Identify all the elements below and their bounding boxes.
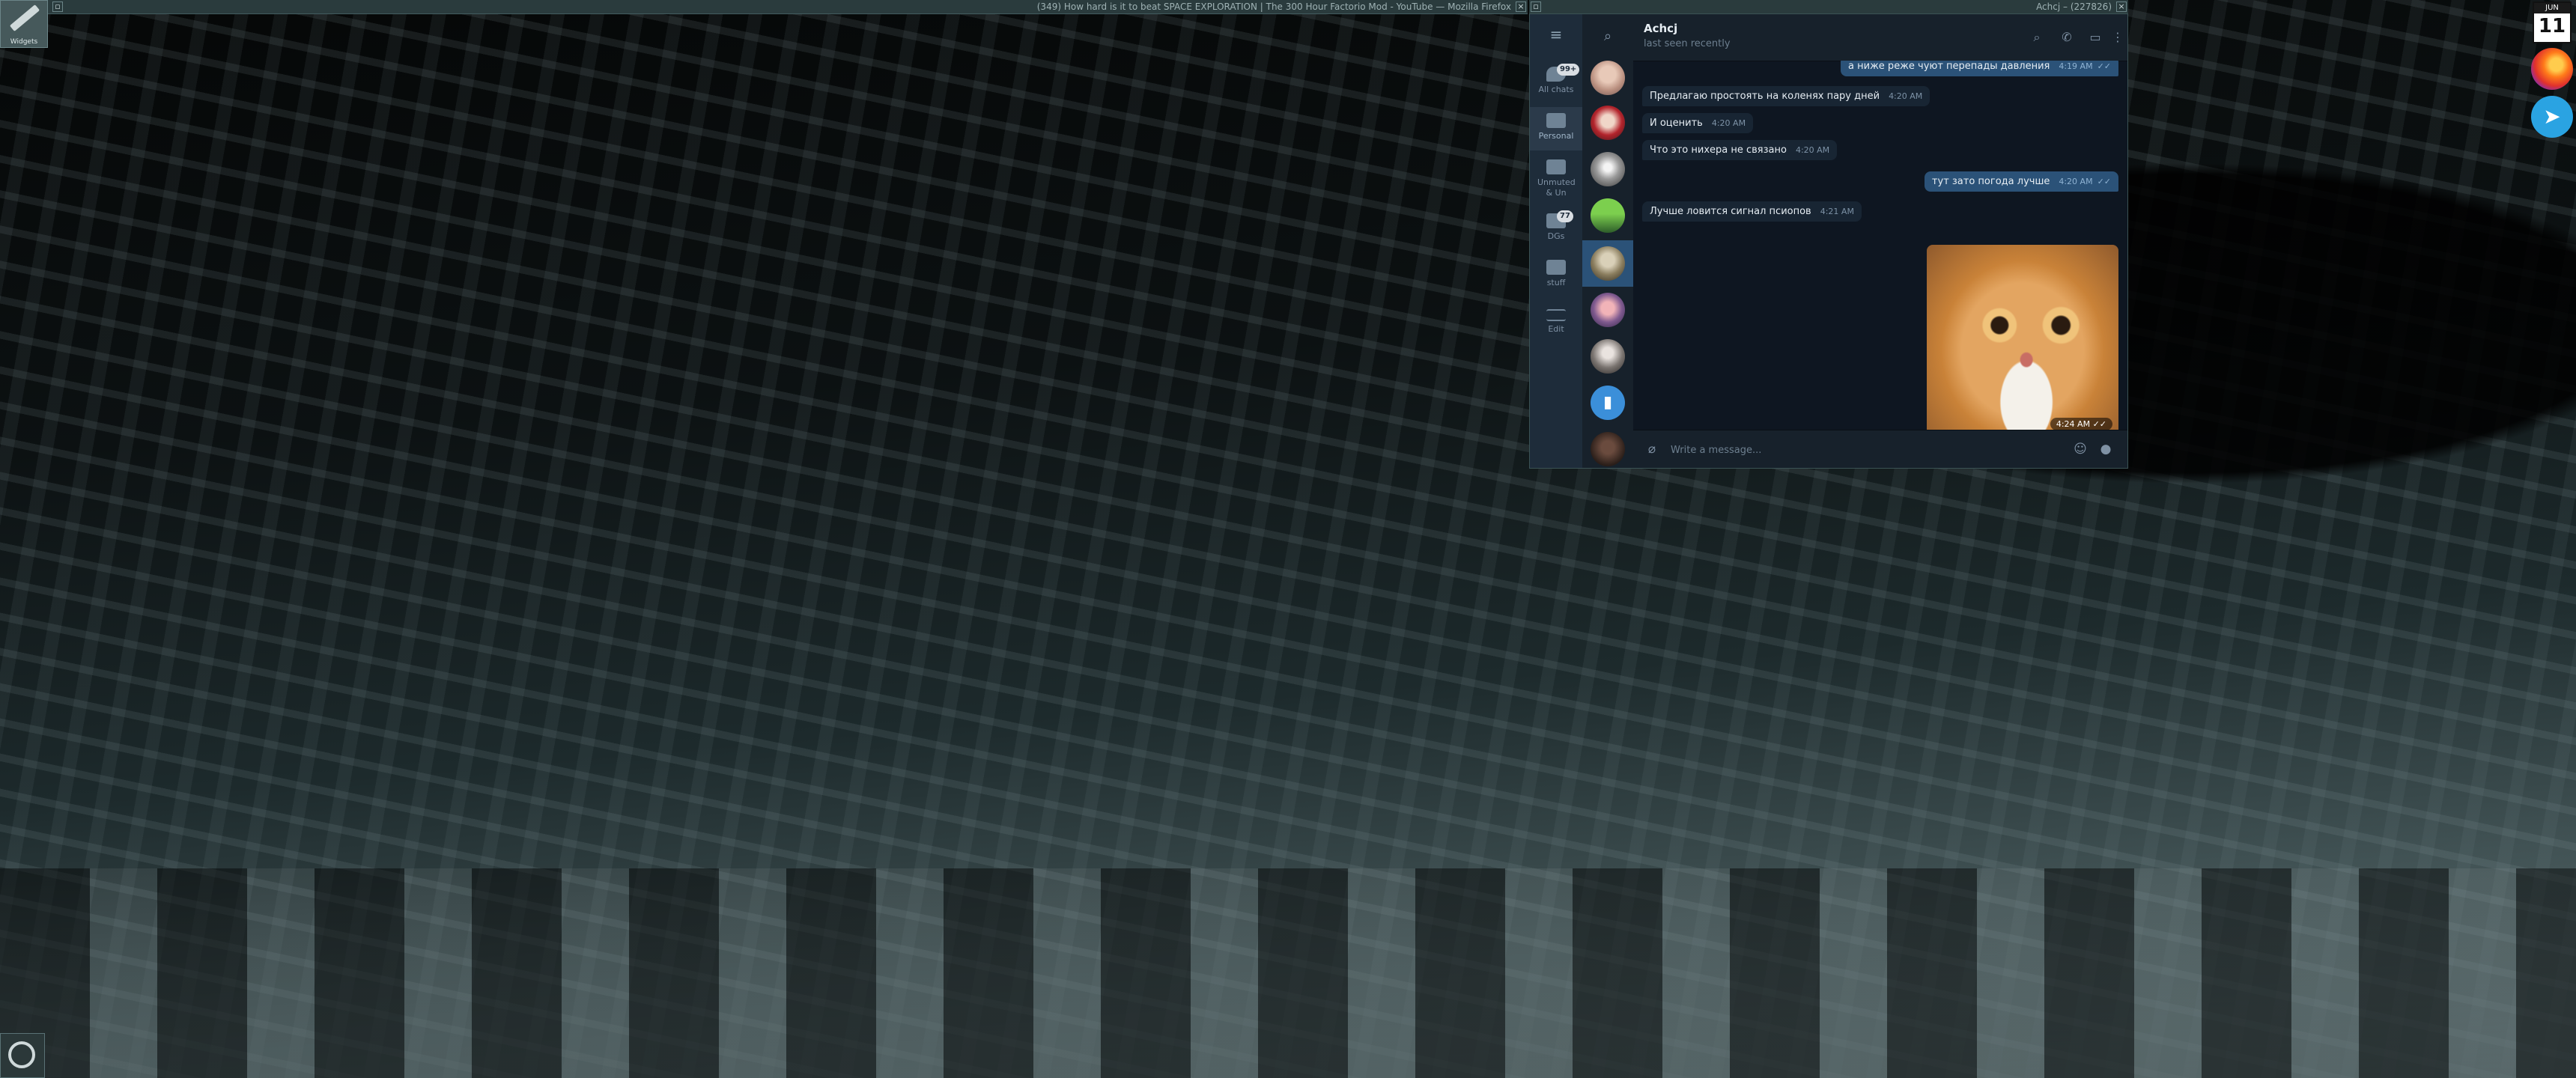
firefox-close-button[interactable]: ×: [1516, 1, 1526, 12]
folder-stuff[interactable]: stuff: [1530, 254, 1582, 297]
folder-label: stuff: [1546, 278, 1566, 287]
message-input[interactable]: [1669, 439, 2062, 460]
window-menu-button[interactable]: ▫: [52, 1, 63, 12]
emoji-icon[interactable]: ☺: [2072, 441, 2089, 457]
read-check-icon: ✓✓: [2097, 177, 2111, 186]
read-check-icon: ✓✓: [2092, 419, 2106, 429]
chat-list: ⌕ ▮: [1582, 14, 1633, 468]
calendar-widget[interactable]: JUN 11: [2533, 1, 2572, 43]
message-text: Что это нихера не связано: [1650, 144, 1787, 156]
desktop-wallpaper: [0, 868, 2576, 1078]
message-incoming[interactable]: Лучше ловится сигнал псиопов 4:21 AM: [1642, 201, 1862, 222]
chat-status: last seen recently: [1644, 38, 1731, 49]
microphone-icon[interactable]: ●: [2097, 441, 2114, 457]
sidebar-toggle-icon[interactable]: ▭: [2087, 29, 2103, 46]
folder-label: Personal: [1538, 131, 1574, 141]
folder-all-chats[interactable]: 99+ All chats: [1530, 61, 1582, 104]
telegram-window-title: Achcj – (227826): [2036, 1, 2112, 12]
folder-sidebar: ≡ 99+ All chats Personal Unmuted & Un 77…: [1530, 14, 1582, 468]
chat-avatar[interactable]: [1591, 198, 1625, 233]
folder-unmuted[interactable]: Unmuted & Un: [1530, 153, 1582, 203]
chat-avatar[interactable]: [1591, 61, 1625, 95]
search-icon[interactable]: ⌕: [2029, 29, 2045, 46]
chat-avatar[interactable]: [1591, 293, 1625, 327]
message-time: 4:21 AM: [1820, 207, 1854, 216]
calendar-month: JUN: [2534, 3, 2570, 13]
message-time: 4:20 AM: [2059, 177, 2093, 186]
message-incoming[interactable]: И оценить 4:20 AM: [1642, 113, 1754, 133]
message-text: а ниже реже чуют перепады давления: [1848, 61, 2050, 72]
firefox-window-title: (349) How hard is it to beat SPACE EXPLO…: [1036, 1, 1511, 12]
photo-message[interactable]: 4:24 AM ✓✓: [1927, 245, 2118, 430]
calendar-day: 11: [2538, 15, 2566, 37]
message-text: И оценить: [1650, 118, 1703, 129]
message-text: тут зато погода лучше: [1931, 176, 2050, 187]
telegram-window: ≡ 99+ All chats Personal Unmuted & Un 77…: [1529, 13, 2128, 469]
telegram-close-button[interactable]: ×: [2116, 1, 2127, 12]
folder-badge: 77: [1557, 210, 1573, 222]
message-incoming[interactable]: Предлагаю простоять на коленях пару дней…: [1642, 86, 1931, 106]
chat-avatar[interactable]: [1591, 432, 1625, 466]
message-time: 4:24 AM: [2056, 419, 2091, 429]
hamburger-menu-icon[interactable]: ≡: [1547, 27, 1565, 42]
read-check-icon: ✓✓: [2097, 61, 2111, 71]
folder-edit[interactable]: Edit: [1530, 300, 1582, 344]
widgets-launcher[interactable]: Widgets: [0, 0, 48, 48]
message-time: 4:19 AM: [2059, 61, 2093, 71]
firefox-titlebar[interactable]: ▫ (349) How hard is it to beat SPACE EXP…: [0, 0, 1528, 14]
saved-messages-avatar[interactable]: ▮: [1591, 386, 1625, 420]
folder-label: All chats: [1538, 85, 1574, 94]
chat-header[interactable]: Achcj last seen recently ⌕ ✆ ▭ ⋮: [1633, 14, 2127, 61]
chat-panel: Achcj last seen recently ⌕ ✆ ▭ ⋮ а ниже …: [1633, 14, 2127, 468]
folder-badge: 99+: [1557, 64, 1580, 76]
telegram-icon[interactable]: ➤: [2531, 96, 2573, 138]
right-dock: JUN 11 ➤: [2528, 0, 2576, 150]
message-time: 4:20 AM: [1889, 91, 1923, 101]
chat-avatar[interactable]: [1591, 152, 1625, 186]
message-time: 4:20 AM: [1711, 118, 1746, 128]
telegram-window-menu-button[interactable]: ▫: [1531, 1, 1541, 12]
folder-dgs[interactable]: 77 DGs: [1530, 207, 1582, 251]
chat-title: Achcj: [1644, 22, 1678, 35]
folder-icon: [1546, 113, 1566, 128]
search-icon[interactable]: ⌕: [1599, 28, 1617, 46]
firefox-icon[interactable]: [2531, 48, 2573, 90]
message-text: Предлагаю простоять на коленях пару дней: [1650, 91, 1880, 102]
folder-icon: [1546, 159, 1566, 174]
more-options-icon[interactable]: ⋮: [2109, 29, 2126, 46]
launcher-icon: [8, 1041, 35, 1068]
photo-timestamp: 4:24 AM ✓✓: [2050, 418, 2112, 430]
paperclip-icon[interactable]: ⌀: [1644, 441, 1660, 457]
edit-folders-icon: [1546, 309, 1566, 321]
folder-personal[interactable]: Personal: [1530, 107, 1582, 150]
chat-avatar-selected[interactable]: [1591, 246, 1625, 281]
folder-label: DGs: [1547, 231, 1565, 241]
chat-avatar[interactable]: [1591, 339, 1625, 374]
message-list: а ниже реже чуют перепады давления 4:19 A…: [1633, 61, 2127, 430]
app-launcher-button[interactable]: [0, 1033, 45, 1078]
message-incoming[interactable]: Что это нихера не связано 4:20 AM: [1642, 140, 1838, 160]
widgets-label: Widgets: [10, 38, 38, 46]
message-text: Лучше ловится сигнал псиопов: [1650, 206, 1811, 217]
message-outgoing[interactable]: а ниже реже чуют перепады давления 4:19 A…: [1841, 61, 2118, 76]
message-time: 4:20 AM: [1795, 145, 1830, 155]
folder-icon: [1546, 260, 1566, 275]
pencil-icon: [9, 4, 40, 31]
message-composer: ⌀ ☺ ●: [1633, 430, 2127, 468]
telegram-titlebar[interactable]: ▫ Achcj – (227826) ×: [1529, 0, 2128, 14]
chat-avatar[interactable]: [1591, 106, 1625, 140]
phone-icon[interactable]: ✆: [2059, 29, 2075, 46]
folder-label: Unmuted & Un: [1537, 177, 1576, 198]
folder-label: Edit: [1548, 324, 1564, 334]
message-outgoing[interactable]: тут зато погода лучше 4:20 AM ✓✓: [1924, 171, 2118, 192]
